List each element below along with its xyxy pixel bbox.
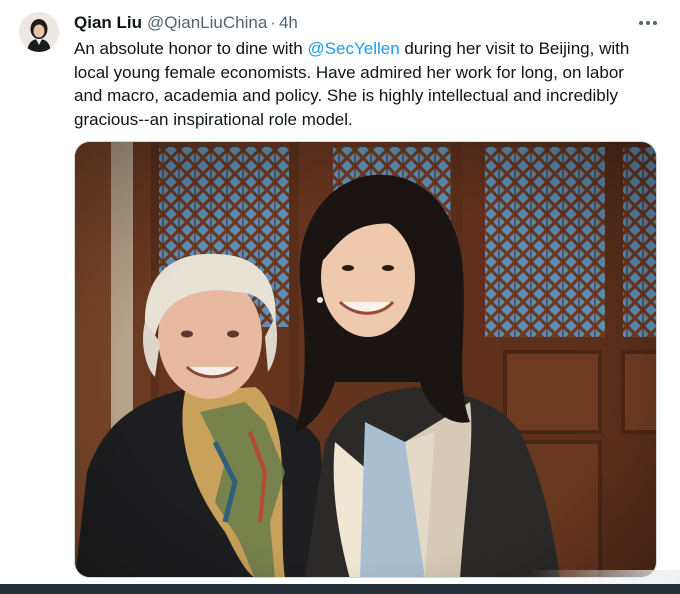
photo-image — [75, 142, 656, 577]
tweet-text-line-4: gracious--an inspirational role model. — [74, 109, 353, 129]
author-handle[interactable]: @QianLiuChina — [147, 13, 267, 33]
mention-link[interactable]: @SecYellen — [307, 39, 399, 58]
tweet-text-segment: An absolute honor to dine with — [74, 39, 308, 58]
watermark — [530, 570, 680, 584]
tweet-header: Qian Liu @QianLiuChina · 4h — [74, 12, 298, 34]
tweet-timestamp[interactable]: 4h — [279, 13, 298, 33]
tweet-text-segment: during her visit to Beijing, with — [399, 39, 630, 58]
tweet-text-line-2: local young female economists. Have admi… — [74, 62, 624, 82]
tweet-text-line-3: and macro, academia and policy. She is h… — [74, 86, 618, 105]
tweet-photo[interactable] — [74, 141, 657, 578]
author-name[interactable]: Qian Liu — [74, 13, 142, 33]
tweet[interactable]: Qian Liu @QianLiuChina · 4h An absolute … — [0, 0, 680, 580]
avatar-image — [19, 12, 59, 52]
more-button[interactable] — [636, 12, 660, 34]
tweet-text-line-1: An absolute honor to dine with @SecYelle… — [74, 37, 674, 61]
tweet-text: An absolute honor to dine with @SecYelle… — [74, 37, 674, 131]
avatar[interactable] — [19, 12, 59, 52]
bottom-bar — [0, 584, 680, 594]
header-separator: · — [270, 13, 276, 32]
